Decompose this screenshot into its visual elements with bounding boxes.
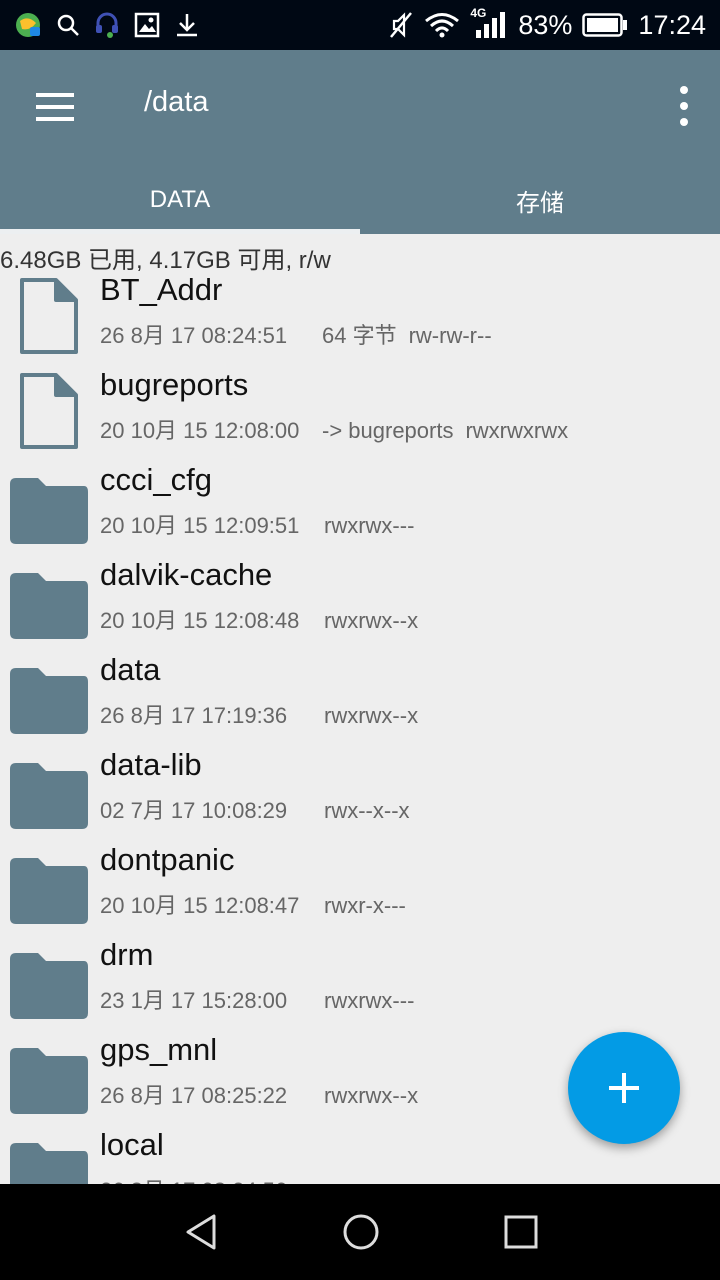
- file-meta: 26 8月 17 17:19:36 rwxrwx--x: [100, 698, 418, 730]
- file-size: 64 字节: [322, 323, 397, 348]
- file-date: 20 10月 15 12:08:47: [100, 893, 300, 918]
- file-meta: 23 1月 17 15:28:00 rwxrwx---: [100, 983, 414, 1015]
- folder-icon: [8, 749, 90, 831]
- folder-icon: [8, 1129, 90, 1184]
- file-date: 23 1月 17 15:28:00: [100, 988, 288, 1013]
- file-permissions: rwxrwx--x: [324, 1083, 419, 1108]
- file-name: local: [100, 1127, 164, 1162]
- file-permissions: rwx--x--x: [324, 798, 410, 823]
- file-meta: 20 10月 15 12:08:48 rwxrwx--x: [100, 603, 418, 635]
- tab-storage[interactable]: 存储: [360, 166, 720, 234]
- file-meta: 26 8月 17 08:24:51 64 字节 rw-rw-r--: [100, 318, 492, 350]
- mute-icon: [390, 12, 413, 38]
- plus-icon: [609, 1073, 639, 1103]
- file-size: -> bugreports: [322, 418, 454, 443]
- file-permissions: rw-rw-r--: [408, 323, 492, 348]
- file-name: dontpanic: [100, 842, 235, 877]
- file-row[interactable]: drm 23 1月 17 15:28:00 rwxrwx---: [0, 935, 720, 1030]
- file-name: ccci_cfg: [100, 462, 212, 497]
- folder-icon: [8, 939, 90, 1021]
- page-title: /data: [144, 86, 209, 118]
- recents-button[interactable]: [497, 1208, 545, 1256]
- file-icon: [8, 369, 90, 451]
- folder-icon: [8, 654, 90, 736]
- file-date: 02 7月 17 10:08:29: [100, 798, 288, 823]
- file-meta: 20 10月 15 12:09:51 rwxrwx---: [100, 508, 414, 540]
- tab-data[interactable]: DATA: [0, 166, 360, 234]
- file-permissions: rwxrwx---: [324, 988, 415, 1013]
- file-date: 26 8月 17 08:24:51: [100, 323, 288, 348]
- home-button[interactable]: [337, 1208, 385, 1256]
- signal-icon: [476, 12, 506, 38]
- file-row[interactable]: data-lib 02 7月 17 10:08:29 rwx--x--x: [0, 745, 720, 840]
- file-name: data: [100, 652, 161, 687]
- clock: 17:24: [638, 9, 706, 40]
- battery-percent: 83%: [518, 9, 573, 40]
- back-button[interactable]: [178, 1208, 226, 1256]
- file-name: gps_mnl: [100, 1032, 218, 1067]
- menu-icon[interactable]: [30, 84, 82, 130]
- file-permissions: rwxr-x---: [324, 893, 406, 918]
- download-icon: [177, 14, 197, 37]
- file-date: 20 10月 15 12:08:00: [100, 418, 300, 443]
- add-button[interactable]: [568, 1032, 680, 1144]
- file-row[interactable]: dontpanic 20 10月 15 12:08:47 rwxr-x---: [0, 840, 720, 935]
- file-meta: 20 10月 15 12:08:47 rwxr-x---: [100, 888, 406, 920]
- file-meta: 02 7月 17 10:08:29 rwx--x--x: [100, 793, 410, 825]
- file-row[interactable]: BT_Addr 26 8月 17 08:24:51 64 字节 rw-rw-r--: [0, 270, 720, 365]
- file-permissions: rwxrwx--x: [324, 703, 419, 728]
- wifi-icon: [425, 13, 460, 38]
- file-date: 26 8月 17 08:24:56: [100, 1173, 312, 1184]
- app-globe-icon: [16, 13, 40, 37]
- file-permissions: rwxrwx---: [324, 513, 415, 538]
- file-date: 20 10月 15 12:08:48: [100, 608, 300, 633]
- file-name: bugreports: [100, 367, 249, 402]
- file-meta: 26 8月 17 08:25:22 rwxrwx--x: [100, 1078, 418, 1110]
- file-name: dalvik-cache: [100, 557, 273, 592]
- battery-icon: [582, 13, 628, 37]
- file-row[interactable]: data 26 8月 17 17:19:36 rwxrwx--x: [0, 650, 720, 745]
- file-permissions: rwxrwx--x: [324, 608, 419, 633]
- file-row[interactable]: ccci_cfg 20 10月 15 12:09:51 rwxrwx---: [0, 460, 720, 555]
- file-row[interactable]: dalvik-cache 20 10月 15 12:08:48 rwxrwx--x: [0, 555, 720, 650]
- file-name: BT_Addr: [100, 272, 223, 307]
- tab-bar: DATA 存储: [0, 166, 720, 234]
- folder-icon: [8, 559, 90, 641]
- image-icon: [134, 12, 160, 38]
- file-row[interactable]: bugreports 20 10月 15 12:08:00 -> bugreport…: [0, 365, 720, 460]
- file-meta: 20 10月 15 12:08:00 -> bugreports rwxrwxrwx: [100, 413, 568, 445]
- folder-icon: [8, 464, 90, 546]
- home-icon: [343, 1214, 379, 1250]
- file-date: 20 10月 15 12:09:51: [100, 513, 300, 538]
- file-permissions: rwxrwxrwx: [465, 418, 569, 443]
- file-name: drm: [100, 937, 154, 972]
- file-name: data-lib: [100, 747, 202, 782]
- navigation-bar: [0, 1184, 720, 1280]
- app-bar: /data DATA 存储: [0, 50, 720, 234]
- search-icon: [57, 14, 79, 36]
- file-date: 26 8月 17 17:19:36: [100, 703, 288, 728]
- back-icon: [186, 1214, 216, 1250]
- more-options-icon[interactable]: [674, 86, 694, 126]
- file-icon: [8, 274, 90, 356]
- file-meta: 26 8月 17 08:24:56rwxr-x--x: [100, 1173, 410, 1184]
- folder-icon: [8, 844, 90, 926]
- headset-icon: [96, 12, 118, 38]
- recents-icon: [504, 1215, 538, 1249]
- status-bar: 4G 83% 17:24: [0, 0, 720, 50]
- file-date: 26 8月 17 08:25:22: [100, 1083, 288, 1108]
- folder-icon: [8, 1034, 90, 1116]
